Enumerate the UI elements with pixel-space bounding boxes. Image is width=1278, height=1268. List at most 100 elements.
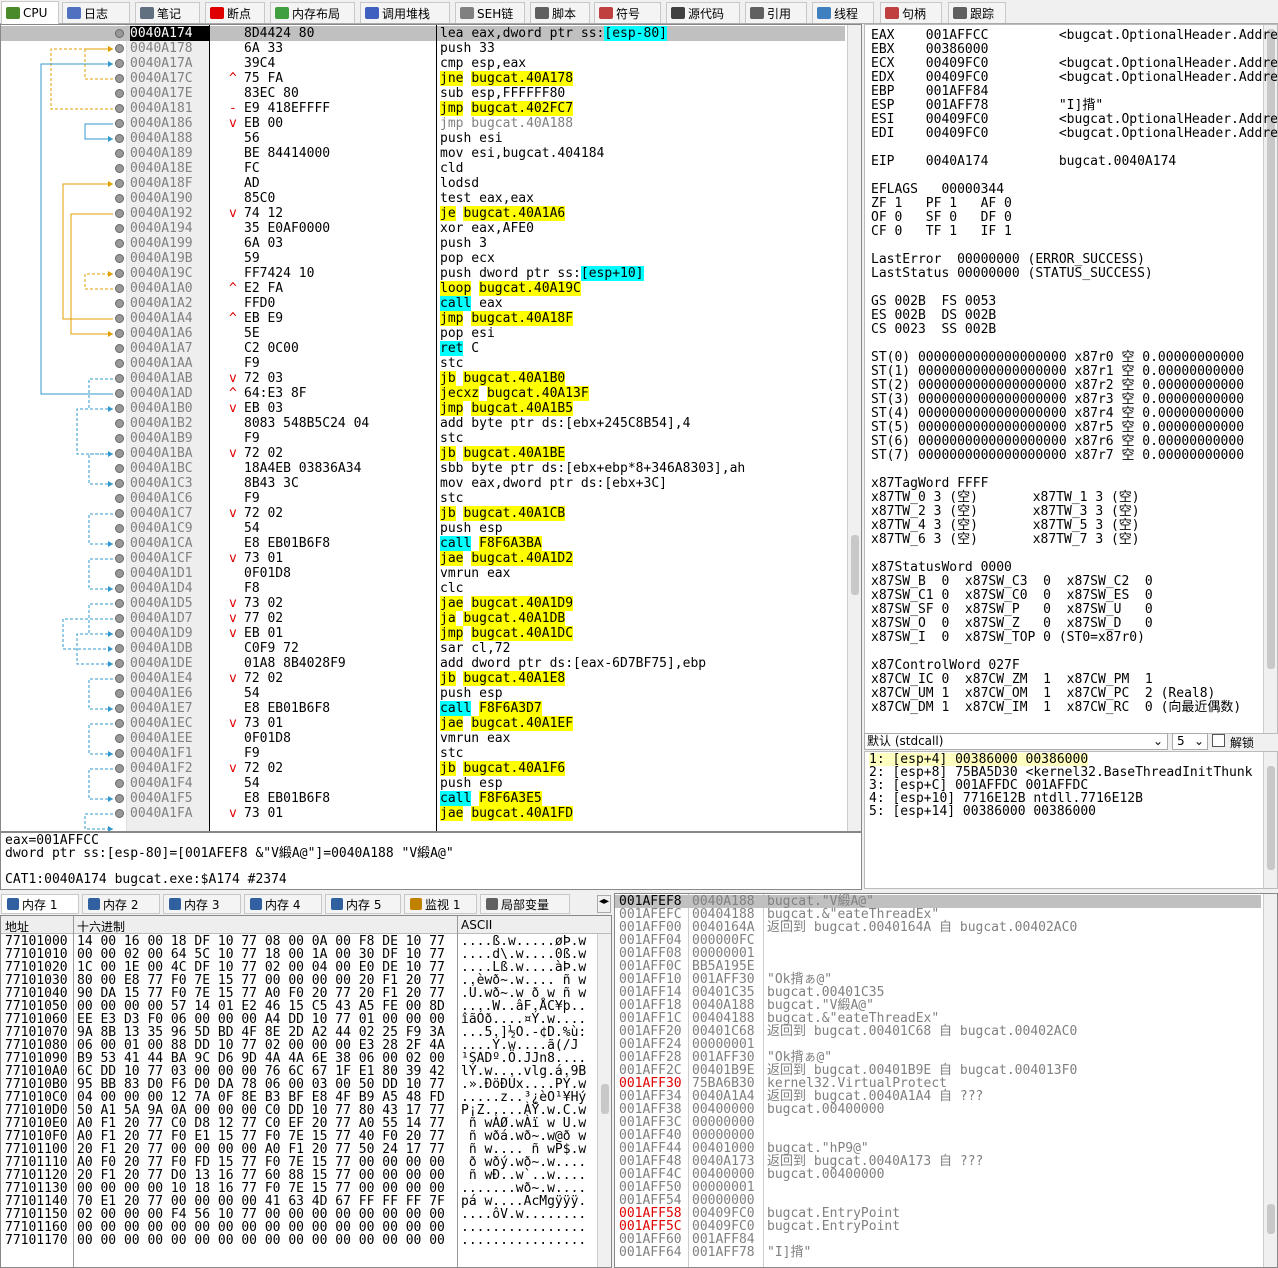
register-line[interactable]: ST(5) 0000000000000000000 x87r5 空 0.0000… [871, 421, 1244, 435]
register-line[interactable]: ST(1) 0000000000000000000 x87r1 空 0.0000… [871, 365, 1244, 379]
breakpoint-dot-icon[interactable] [115, 719, 124, 728]
disasm-row[interactable]: 0040A1D4 F8 clc [1, 581, 845, 596]
tab-seh[interactable]: SEH链 [455, 2, 525, 23]
breakpoint-dot-icon[interactable] [115, 464, 124, 473]
disasm-row[interactable]: 0040A1B2 8083 548B5C24 04 add byte ptr ds:… [1, 416, 845, 431]
breakpoint-dot-icon[interactable] [115, 809, 124, 818]
tab-handles[interactable]: 句柄 [880, 2, 942, 23]
disasm-row[interactable]: 0040A1C3 8B43 3C mov eax,dword ptr ds:[ebx… [1, 476, 845, 491]
dump-scrollbar[interactable] [597, 934, 611, 1267]
register-line[interactable]: EDX 00409FC0 <bugcat.OptionalHeader.Addr… [871, 71, 1277, 85]
breakpoint-dot-icon[interactable] [115, 584, 124, 593]
disasm-row[interactable]: 0040A1D7 v 77 02 ja bugcat.40A1DB [1, 611, 845, 626]
register-line[interactable]: ST(3) 0000000000000000000 x87r3 空 0.0000… [871, 393, 1244, 407]
breakpoint-dot-icon[interactable] [115, 314, 124, 323]
register-line[interactable]: LastError 00000000 (ERROR_SUCCESS) [871, 253, 1145, 267]
register-line[interactable]: x87TW_2 3 (空) x87TW_3 3 (空) [871, 505, 1140, 519]
disasm-row[interactable]: 0040A1A7 C2 0C00 ret C [1, 341, 845, 356]
disasm-row[interactable]: 0040A1E6 54 push esp [1, 686, 845, 701]
tab-call-stack[interactable]: 调用堆栈 [360, 2, 450, 23]
dump-tab[interactable]: 内存 3 [163, 894, 241, 914]
disassembly-pane[interactable]: EIP 0040A1748D4424 80lea eax,dword ptr s… [0, 24, 862, 832]
disasm-row[interactable]: 0040A1A0 ^ E2 FA loop bugcat.40A19C [1, 281, 845, 296]
disasm-row[interactable]: 0040A190 85C0 test eax,eax [1, 191, 845, 206]
breakpoint-dot-icon[interactable] [115, 644, 124, 653]
register-line[interactable]: x87CW_UM 1 x87CW_OM 1 x87CW_PC 2 (Real8) [871, 687, 1215, 701]
breakpoint-dot-icon[interactable] [115, 59, 124, 68]
breakpoint-dot-icon[interactable] [115, 374, 124, 383]
register-line[interactable]: EIP 0040A174 bugcat.0040A174 [871, 155, 1176, 169]
tab-memory-map[interactable]: 内存布局 [270, 2, 355, 23]
register-line[interactable]: EBX 00386000 [871, 43, 988, 57]
breakpoint-dot-icon[interactable] [115, 539, 124, 548]
breakpoint-dot-icon[interactable] [115, 734, 124, 743]
breakpoint-dot-icon[interactable] [115, 449, 124, 458]
disasm-row[interactable]: 0040A17C ^ 75 FA jne bugcat.40A178 [1, 71, 845, 86]
register-line[interactable]: EBP 001AFF84 [871, 85, 988, 99]
register-line[interactable]: x87SW_B 0 x87SW_C3 0 x87SW_C2 0 [871, 575, 1153, 589]
tab-scroll-arrows[interactable]: ◂▸ [597, 895, 611, 913]
disasm-row[interactable]: 0040A1AA F9 stc [1, 356, 845, 371]
breakpoint-dot-icon[interactable] [115, 554, 124, 563]
register-line[interactable]: x87TW_6 3 (空) x87TW_7 3 (空) [871, 533, 1140, 547]
stack-pane[interactable]: 001AFEF8 0040A188 bugcat."V緞A@" 001AFEFC 004… [614, 893, 1278, 1268]
register-line[interactable]: x87TagWord FFFF [871, 477, 988, 491]
breakpoint-dot-icon[interactable] [115, 749, 124, 758]
disasm-row[interactable]: 0040A189 BE 84414000 mov esi,bugcat.404184 [1, 146, 845, 161]
register-line[interactable]: x87CW_DM 1 x87CW_IM 1 x87CW_RC 0 (向最近偶数) [871, 701, 1241, 715]
register-line[interactable]: ST(7) 0000000000000000000 x87r7 空 0.0000… [871, 449, 1244, 463]
register-line[interactable]: ESP 001AFF78 "I]揹" [871, 99, 1103, 113]
register-line[interactable]: x87StatusWord 0000 [871, 561, 1012, 575]
disasm-row[interactable]: 0040A17A 39C4 cmp esp,eax [1, 56, 845, 71]
disasm-row[interactable]: 0040A17E 83EC 80 sub esp,FFFFFF80 [1, 86, 845, 101]
disasm-row[interactable]: 0040A199 6A 03 push 3 [1, 236, 845, 251]
disasm-row[interactable]: 0040A1E7 E8 EB01B6F8 call F8F6A3D7 [1, 701, 845, 716]
register-line[interactable]: x87CW_IC 0 x87CW_ZM 1 x87CW_PM 1 [871, 673, 1153, 687]
register-line[interactable]: x87SW_I 0 x87SW_TOP 0 (ST0=x87r0) [871, 631, 1145, 645]
register-line[interactable]: x87TW_0 3 (空) x87TW_1 3 (空) [871, 491, 1140, 505]
register-line[interactable]: ZF 1 PF 1 AF 0 [871, 197, 1012, 211]
register-line[interactable]: EAX 001AFFCC <bugcat.OptionalHeader.Addr… [871, 29, 1277, 43]
disasm-row[interactable]: 0040A19B 59 pop ecx [1, 251, 845, 266]
disasm-row[interactable]: 0040A1B0 v EB 03 jmp bugcat.40A1B5 [1, 401, 845, 416]
breakpoint-dot-icon[interactable] [115, 599, 124, 608]
disasm-row[interactable]: 0040A194 35 E0AF0000 xor eax,AFE0 [1, 221, 845, 236]
dump-tab[interactable]: 内存 5 [325, 894, 401, 914]
tab-threads[interactable]: 线程 [812, 2, 874, 23]
breakpoint-dot-icon[interactable] [115, 779, 124, 788]
disasm-row[interactable]: 0040A18E FC cld [1, 161, 845, 176]
breakpoint-dot-icon[interactable] [115, 209, 124, 218]
register-line[interactable]: x87SW_SF 0 x87SW_P 0 x87SW_U 0 [871, 603, 1153, 617]
register-line[interactable]: x87TW_4 3 (空) x87TW_5 3 (空) [871, 519, 1140, 533]
register-line[interactable]: ES 002B DS 002B [871, 309, 996, 323]
register-line[interactable]: GS 002B FS 0053 [871, 295, 996, 309]
tab-breakpoint[interactable]: 断点 [205, 2, 265, 23]
register-line[interactable]: x87SW_O 0 x87SW_Z 0 x87SW_D 0 [871, 617, 1153, 631]
disasm-row[interactable]: 0040A1D9 v EB 01 jmp bugcat.40A1DC [1, 626, 845, 641]
breakpoint-dot-icon[interactable] [115, 344, 124, 353]
disasm-row[interactable]: 0040A1DE 01A8 8B4028F9 add dword ptr ds:[e… [1, 656, 845, 671]
breakpoint-dot-icon[interactable] [115, 104, 124, 113]
disasm-row[interactable]: 0040A1C9 54 push esp [1, 521, 845, 536]
breakpoint-dot-icon[interactable] [115, 224, 124, 233]
register-line[interactable]: ECX 00409FC0 <bugcat.OptionalHeader.Addr… [871, 57, 1277, 71]
breakpoint-dot-icon[interactable] [115, 494, 124, 503]
tab-source[interactable]: 源代码 [666, 2, 740, 23]
register-line[interactable]: LastStatus 00000000 (STATUS_SUCCESS) [871, 267, 1153, 281]
call-arguments-pane[interactable]: 1: [esp+4] 00386000 00386000 2: [esp+8] 7… [864, 751, 1278, 889]
register-line[interactable]: CF 0 TF 1 IF 1 [871, 225, 1012, 239]
breakpoint-dot-icon[interactable] [115, 119, 124, 128]
breakpoint-dot-icon[interactable] [115, 404, 124, 413]
breakpoint-dot-icon[interactable] [115, 524, 124, 533]
tab-references[interactable]: 引用 [745, 2, 807, 23]
disasm-row[interactable]: 0040A1A2 FFD0 call eax [1, 296, 845, 311]
breakpoint-dot-icon[interactable] [115, 284, 124, 293]
breakpoint-dot-icon[interactable] [115, 614, 124, 623]
call-argument-row[interactable]: 5: [esp+14] 00386000 00386000 [869, 805, 1096, 818]
register-line[interactable]: ST(0) 0000000000000000000 x87r0 空 0.0000… [871, 351, 1244, 365]
registers-pane[interactable]: EAX 001AFFCC <bugcat.OptionalHeader.Addr… [864, 24, 1278, 734]
breakpoint-dot-icon[interactable] [115, 434, 124, 443]
breakpoint-dot-icon[interactable] [115, 569, 124, 578]
disasm-row[interactable]: 0040A1C7 v 72 02 jb bugcat.40A1CB [1, 506, 845, 521]
breakpoint-dot-icon[interactable] [115, 89, 124, 98]
